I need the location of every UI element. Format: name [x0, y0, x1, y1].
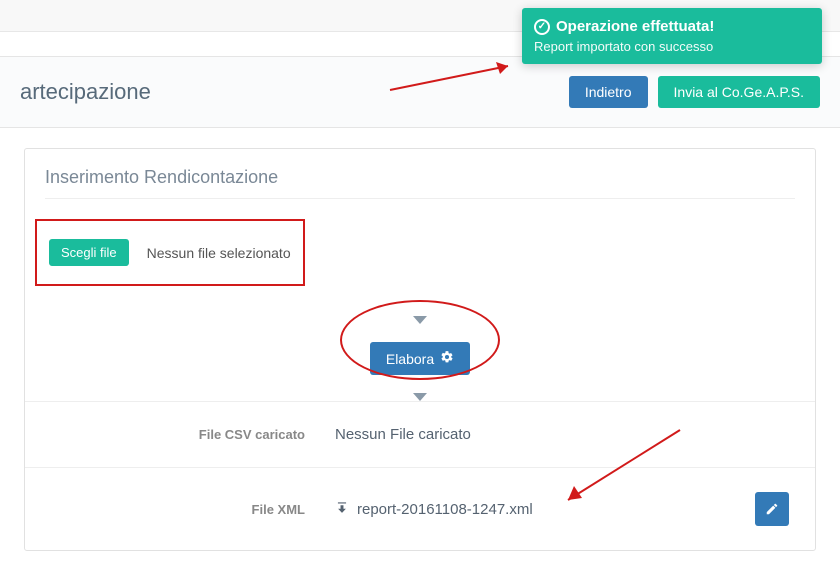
toast-title-row: ✓ Operazione effettuata! — [534, 18, 810, 35]
chevron-down-icon — [413, 393, 427, 401]
back-button[interactable]: Indietro — [569, 76, 648, 108]
rendicontazione-panel: Inserimento Rendicontazione Scegli file … — [24, 148, 816, 551]
process-label: Elabora — [386, 351, 434, 367]
xml-label: File XML — [45, 502, 305, 517]
toast-body: Report importato con successo — [534, 39, 810, 54]
xml-value: report-20161108-1247.xml — [335, 500, 725, 518]
panel-divider — [45, 198, 795, 199]
xml-file-link[interactable]: report-20161108-1247.xml — [357, 501, 533, 518]
download-icon — [335, 500, 349, 518]
back-button-label: Indietro — [585, 84, 632, 100]
csv-label: File CSV caricato — [45, 427, 305, 442]
send-cogeaps-label: Invia al Co.Ge.A.P.S. — [674, 84, 804, 100]
process-button[interactable]: Elabora — [370, 342, 470, 375]
chevron-down-icon — [413, 316, 427, 324]
page-header: artecipazione Indietro Invia al Co.Ge.A.… — [0, 56, 840, 128]
choose-file-button[interactable]: Scegli file — [49, 239, 129, 266]
choose-file-row: Scegli file Nessun file selezionato — [35, 219, 305, 286]
csv-row: File CSV caricato Nessun File caricato — [25, 401, 815, 467]
process-column: Elabora — [25, 316, 815, 401]
check-circle-icon: ✓ — [534, 19, 550, 35]
xml-row: File XML report-20161108-1247.xml — [25, 467, 815, 550]
header-actions: Indietro Invia al Co.Ge.A.P.S. — [569, 76, 820, 108]
choose-file-label: Scegli file — [61, 245, 117, 260]
pencil-icon — [765, 502, 779, 516]
edit-xml-button[interactable] — [755, 492, 789, 526]
file-status-text: Nessun file selezionato — [147, 245, 291, 261]
gear-icon — [440, 350, 454, 367]
toast-title: Operazione effettuata! — [556, 18, 714, 35]
page-title: artecipazione — [20, 79, 151, 105]
send-cogeaps-button[interactable]: Invia al Co.Ge.A.P.S. — [658, 76, 820, 108]
csv-value: Nessun File caricato — [335, 426, 795, 443]
panel-title: Inserimento Rendicontazione — [25, 149, 815, 198]
success-toast: ✓ Operazione effettuata! Report importat… — [522, 8, 822, 64]
